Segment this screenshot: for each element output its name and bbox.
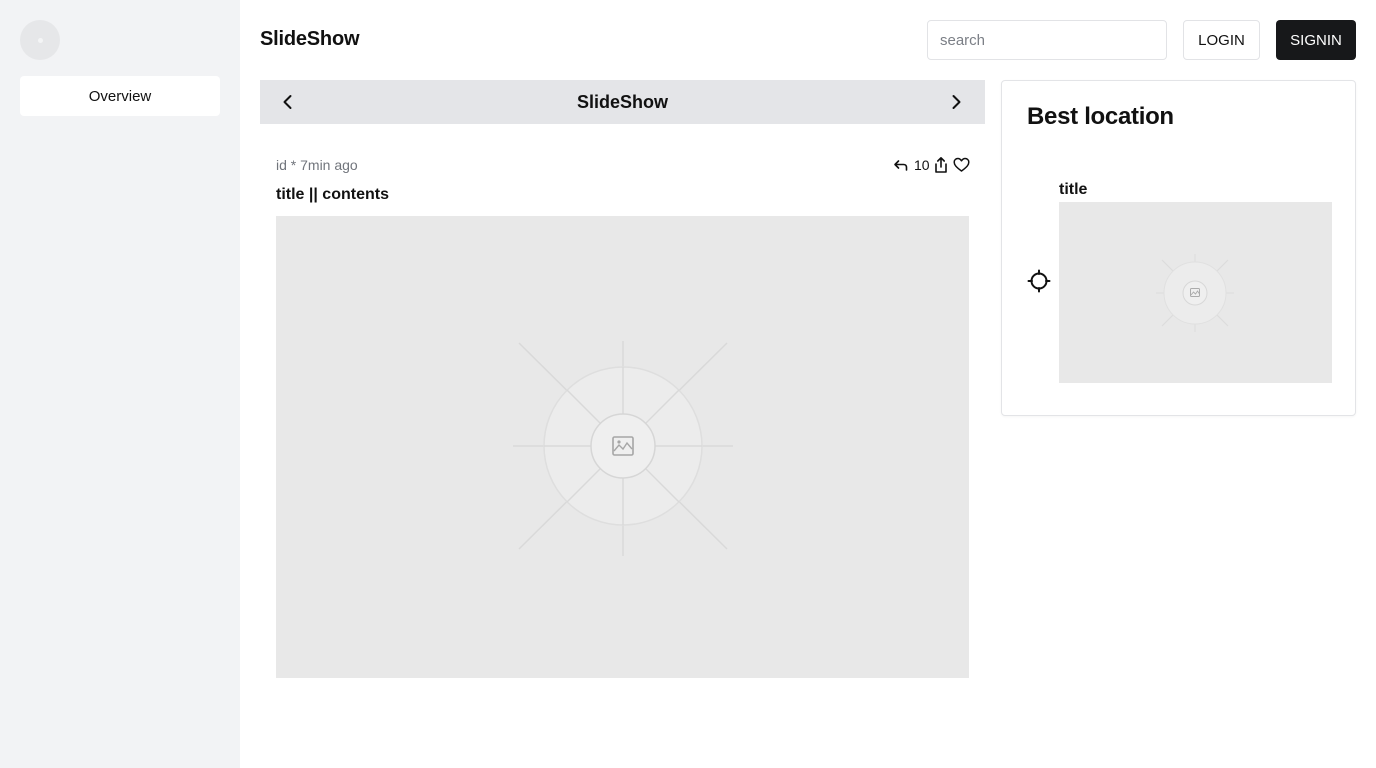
best-location-card: Best location title: [1001, 80, 1356, 416]
sidebar: Overview: [0, 0, 240, 768]
image-placeholder-icon: [1156, 254, 1234, 332]
chevron-right-icon[interactable]: [946, 92, 966, 112]
login-button[interactable]: LOGIN: [1183, 20, 1260, 60]
post-meta: id * 7min ago: [276, 157, 358, 173]
post-actions: 10: [893, 155, 970, 175]
post-image[interactable]: [276, 216, 969, 678]
best-location-heading: Best location: [1027, 103, 1174, 130]
share-icon[interactable]: [933, 156, 949, 174]
crosshair-icon[interactable]: [1027, 269, 1051, 293]
sidebar-item-overview[interactable]: Overview: [20, 76, 220, 116]
slideshow-header: SlideShow: [260, 80, 985, 124]
location-title: title: [1059, 181, 1088, 198]
chevron-left-icon[interactable]: [278, 92, 298, 112]
avatar-placeholder-icon: [37, 37, 43, 43]
page-title: SlideShow: [260, 28, 360, 50]
slideshow-title: SlideShow: [576, 92, 668, 112]
signin-button[interactable]: SIGNIN: [1276, 20, 1356, 60]
post-title: title || contents: [276, 186, 389, 203]
image-placeholder-icon: [513, 341, 733, 556]
location-image[interactable]: [1059, 202, 1332, 383]
search-input[interactable]: [927, 20, 1167, 60]
reply-icon[interactable]: [893, 157, 909, 173]
avatar[interactable]: [20, 20, 60, 60]
heart-icon[interactable]: [953, 157, 970, 173]
reply-count: 10: [914, 157, 930, 173]
